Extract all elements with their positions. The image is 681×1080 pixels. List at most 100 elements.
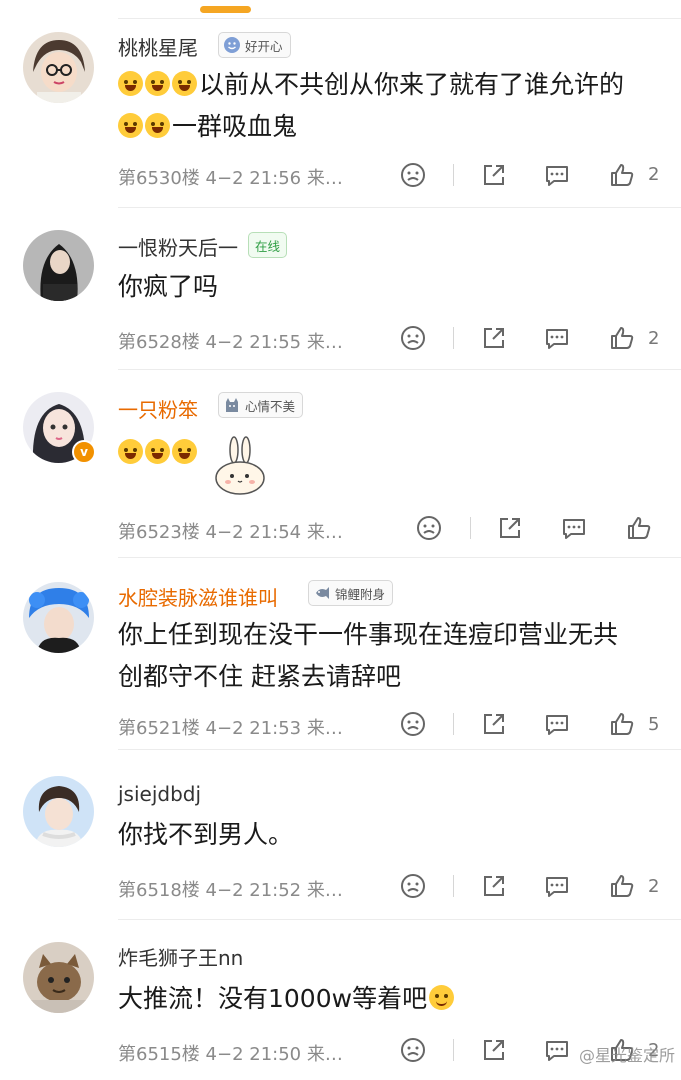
separator [453, 1039, 454, 1061]
comment-item: v 一只粉笨 心情不美 第6523楼 4−2 21:54 来… [0, 370, 681, 558]
timestamp: 4−2 21:50 [205, 1044, 302, 1065]
cat-icon [223, 396, 241, 414]
floor-number: 第6521楼 [118, 718, 200, 739]
username[interactable]: 炸毛狮子王nn [118, 942, 243, 971]
badge-label: 好开心 [245, 38, 283, 54]
comment-meta: 第6521楼 4−2 21:53 来… [118, 714, 343, 740]
sad-face-icon[interactable] [399, 710, 427, 738]
badge-label: 心情不美 [245, 398, 296, 414]
mood-badge: 好开心 [218, 32, 291, 58]
share-icon[interactable] [480, 324, 508, 352]
floor-number: 第6515楼 [118, 1044, 200, 1065]
like-count: 2 [648, 328, 660, 349]
badge-label: 锦鲤附身 [335, 586, 386, 602]
thumbs-up-icon[interactable] [608, 161, 636, 189]
comment-item: 桃桃星尾 好开心 以前从不共创从你来了就有了谁允许的 一群吸血鬼 第6530楼 … [0, 18, 681, 208]
comment-icon[interactable] [543, 161, 571, 189]
crying-laugh-emoji [172, 71, 197, 96]
source-label: 来… [306, 168, 343, 189]
sad-face-icon[interactable] [399, 872, 427, 900]
username[interactable]: jsiejdbdj [118, 782, 201, 806]
avatar[interactable] [23, 942, 94, 1013]
sad-face-icon[interactable] [399, 324, 427, 352]
timestamp: 4−2 21:55 [205, 332, 302, 353]
koi-fish-icon [313, 584, 331, 602]
comment-text-line: 以前从不共创从你来了就有了谁允许的 [118, 64, 624, 106]
share-icon[interactable] [480, 1036, 508, 1064]
laughing-emoji [172, 439, 197, 464]
sad-face-icon[interactable] [399, 161, 427, 189]
comment-icon[interactable] [560, 514, 588, 542]
avatar[interactable] [23, 230, 94, 301]
verified-badge: v [72, 440, 96, 464]
floor-number: 第6518楼 [118, 880, 200, 901]
share-icon[interactable] [480, 161, 508, 189]
comment-meta: 第6523楼 4−2 21:54 来… [118, 518, 343, 544]
sad-face-icon[interactable] [415, 514, 443, 542]
comment-item: 水腔装脉滋谁谁叫 锦鲤附身 你上任到现在没干一件事现在连痘印营业无共 创都守不住… [0, 558, 681, 750]
crying-laugh-emoji [145, 113, 170, 138]
like-count: 5 [648, 714, 660, 735]
thumbs-up-icon[interactable] [608, 710, 636, 738]
floor-number: 第6528楼 [118, 332, 200, 353]
comment-icon[interactable] [543, 324, 571, 352]
source-label: 来… [306, 522, 343, 543]
watermark: @星光鉴定所 [578, 1046, 675, 1065]
crying-laugh-emoji [145, 71, 170, 96]
username[interactable]: 水腔装脉滋谁谁叫 [118, 582, 278, 611]
smile-icon [223, 36, 241, 54]
laughing-emoji [118, 439, 143, 464]
separator [453, 875, 454, 897]
mood-badge: 锦鲤附身 [308, 580, 394, 606]
username[interactable]: 一只粉笨 [118, 394, 198, 423]
thumbs-up-icon[interactable] [608, 872, 636, 900]
smile-emoji [429, 985, 455, 1010]
thumbs-up-icon[interactable] [608, 324, 636, 352]
username[interactable]: 一恨粉天后一 [118, 232, 238, 261]
timestamp: 4−2 21:52 [205, 880, 302, 901]
comment-text-line [118, 432, 199, 474]
avatar[interactable] [23, 582, 94, 653]
source-label: 来… [306, 332, 343, 353]
text-segment: 以前从不共创从你来了就有了谁允许的 [199, 70, 625, 99]
share-icon[interactable] [480, 710, 508, 738]
source-label: 来… [306, 718, 343, 739]
crying-laugh-emoji [118, 71, 143, 96]
comment-meta: 第6515楼 4−2 21:50 来… [118, 1040, 343, 1066]
comment-icon[interactable] [543, 1036, 571, 1064]
like-count: 2 [648, 876, 660, 897]
bunny-sticker [212, 436, 268, 496]
comment-text-line: 你找不到男人。 [118, 820, 294, 849]
comment-item: jsiejdbdj 你找不到男人。 第6518楼 4−2 21:52 来… 2 [0, 750, 681, 920]
comment-meta: 第6518楼 4−2 21:52 来… [118, 876, 343, 902]
share-icon[interactable] [480, 872, 508, 900]
comment-meta: 第6528楼 4−2 21:55 来… [118, 328, 343, 354]
comment-text-line: 一群吸血鬼 [118, 106, 297, 148]
thumbs-up-icon[interactable] [625, 514, 653, 542]
comment-item: 一恨粉天后一 在线 你疯了吗 第6528楼 4−2 21:55 来… 2 [0, 208, 681, 370]
tab-indicator [200, 6, 251, 13]
laughing-emoji [145, 439, 170, 464]
separator [453, 713, 454, 735]
comment-text-line: 你疯了吗 [118, 272, 219, 301]
timestamp: 4−2 21:56 [205, 168, 302, 189]
text-segment: 一群吸血鬼 [172, 112, 298, 141]
share-icon[interactable] [496, 514, 524, 542]
comment-icon[interactable] [543, 710, 571, 738]
avatar[interactable] [23, 776, 94, 847]
comment-text-line: 大推流！没有1000w等着吧 [118, 978, 456, 1020]
separator [470, 517, 471, 539]
username[interactable]: 桃桃星尾 [118, 32, 198, 61]
comment-text-line: 你上任到现在没干一件事现在连痘印营业无共 [118, 620, 619, 649]
online-badge: 在线 [248, 232, 288, 258]
sad-face-icon[interactable] [399, 1036, 427, 1064]
comment-text-line: 创都守不住 赶紧去请辞吧 [118, 662, 401, 691]
floor-number: 第6530楼 [118, 168, 200, 189]
avatar[interactable] [23, 32, 94, 103]
mood-badge: 心情不美 [218, 392, 304, 418]
comment-icon[interactable] [543, 872, 571, 900]
timestamp: 4−2 21:54 [205, 522, 302, 543]
crying-laugh-emoji [118, 113, 143, 138]
source-label: 来… [306, 1044, 343, 1065]
separator [453, 327, 454, 349]
